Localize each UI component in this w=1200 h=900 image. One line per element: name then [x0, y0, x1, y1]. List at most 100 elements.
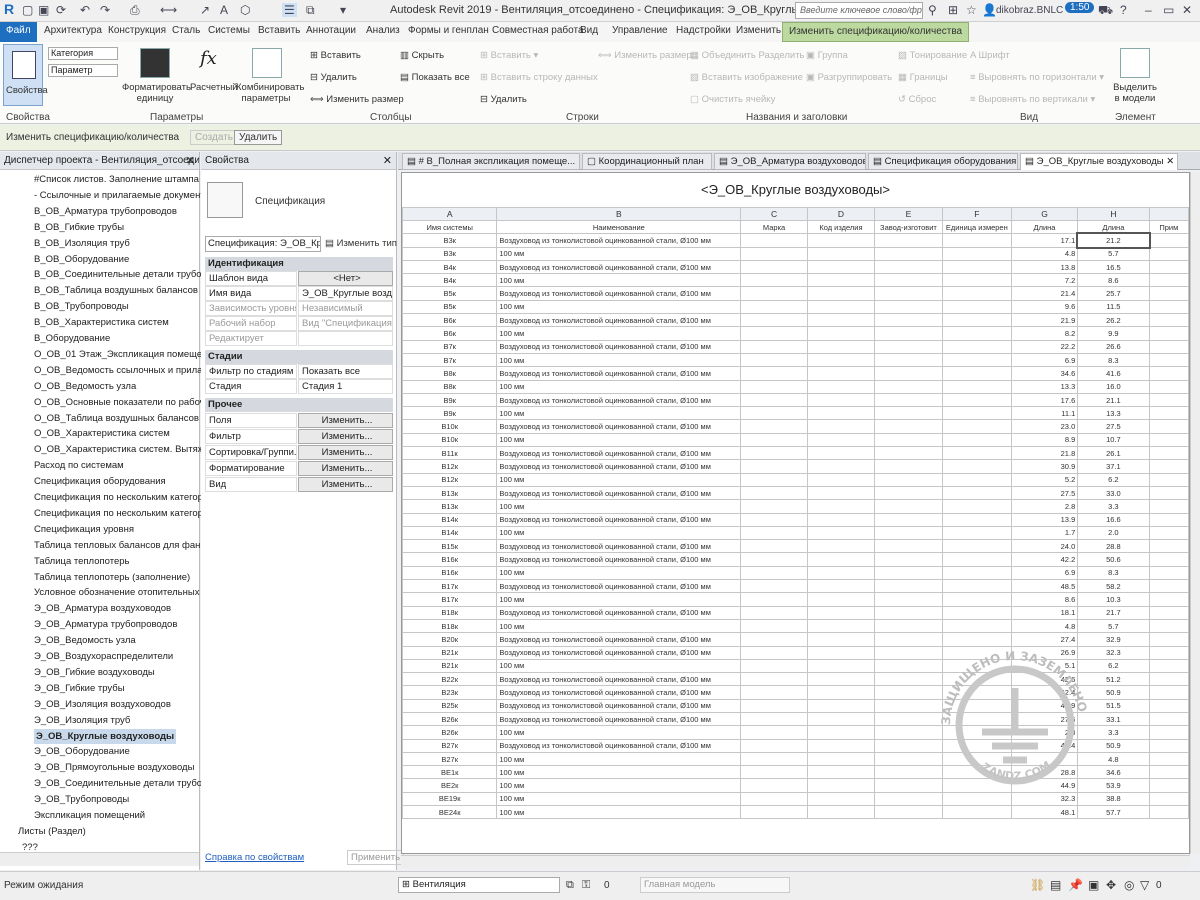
browser-item[interactable]: Спецификация оборудования — [34, 474, 166, 489]
table-cell[interactable] — [1148, 632, 1189, 647]
browser-item[interactable]: В_Оборудование — [34, 331, 110, 346]
table-cell[interactable]: 13.3 — [1077, 406, 1150, 421]
table-cell[interactable] — [941, 406, 1012, 421]
cart-icon[interactable]: ⛟ — [1098, 3, 1113, 19]
browser-item[interactable]: В_ОВ_Характеристика систем — [34, 315, 169, 330]
browser-item[interactable]: Таблица теплопотерь — [34, 554, 129, 569]
table-cell[interactable]: Воздуховод из тонколистовой оцинкованной… — [496, 339, 742, 354]
delete-column-button[interactable]: ⊟ Удалить — [310, 72, 357, 83]
column-letter[interactable]: B — [496, 207, 742, 221]
table-cell[interactable] — [740, 738, 808, 753]
dimension-icon[interactable]: ↗ — [200, 3, 210, 17]
table-cell[interactable] — [874, 419, 943, 434]
table-cell[interactable] — [740, 592, 808, 607]
table-cell[interactable]: 1.7 — [1010, 525, 1079, 541]
table-cell[interactable] — [874, 392, 943, 408]
table-cell[interactable]: 16.5 — [1077, 259, 1150, 275]
table-cell[interactable] — [1148, 313, 1189, 328]
insert-row-button[interactable]: ⊞ Вставить ▾ — [480, 50, 538, 61]
table-cell[interactable]: 21.4 — [1010, 286, 1079, 301]
table-cell[interactable] — [941, 472, 1012, 487]
table-cell[interactable] — [740, 565, 808, 581]
table-cell[interactable]: 8.6 — [1010, 592, 1079, 607]
table-cell[interactable] — [740, 552, 808, 567]
column-header[interactable]: Единица измерен — [941, 219, 1012, 235]
tab-systems[interactable]: Системы — [208, 25, 250, 36]
table-cell[interactable] — [740, 339, 808, 354]
table-cell[interactable]: 42.2 — [1010, 552, 1079, 567]
browser-item[interactable]: В_ОВ_Оборудование — [34, 252, 129, 267]
table-cell[interactable]: ВЕ1к — [402, 765, 498, 780]
browser-item[interactable]: В_ОВ_Соединительные детали трубопр — [34, 267, 212, 282]
table-cell[interactable]: В27к — [402, 738, 498, 753]
table-cell[interactable] — [1148, 233, 1189, 248]
table-cell[interactable] — [874, 565, 943, 581]
select-underlay-icon[interactable]: ▤ — [1050, 878, 1061, 892]
table-cell[interactable]: 100 мм — [496, 592, 742, 607]
category-dropdown[interactable]: Категория — [48, 47, 118, 60]
table-cell[interactable] — [806, 406, 876, 421]
tab-analyze[interactable]: Анализ — [366, 25, 400, 36]
table-cell[interactable] — [806, 738, 876, 753]
switch-windows-icon[interactable]: ⧉ — [306, 3, 315, 18]
table-cell[interactable] — [1148, 552, 1189, 567]
browser-item[interactable]: #Список листов. Заполнение штампа — [34, 172, 199, 187]
merge-button[interactable]: ▦ Объединить Разделить — [690, 50, 805, 61]
delete-button[interactable]: Удалить — [234, 130, 283, 145]
browser-item[interactable]: Э_ОВ_Соединительные детали трубопр — [34, 776, 213, 791]
tab-architecture[interactable]: Архитектура — [44, 25, 102, 36]
table-cell[interactable] — [941, 392, 1012, 408]
table-cell[interactable] — [806, 552, 876, 567]
insert-column-button[interactable]: ⊞ Вставить — [310, 50, 361, 61]
table-cell[interactable] — [874, 552, 943, 567]
table-cell[interactable] — [1148, 459, 1189, 474]
table-cell[interactable]: 100 мм — [496, 499, 742, 514]
table-cell[interactable] — [941, 539, 1012, 554]
reset-button[interactable]: ↺ Сброс — [898, 94, 936, 105]
column-header[interactable]: Завод-изготовит — [874, 219, 943, 235]
browser-item[interactable]: Таблица теплопотерь (заполнение) — [34, 570, 190, 585]
subscription-icon[interactable]: ⊞ — [948, 3, 958, 17]
table-cell[interactable] — [740, 765, 808, 780]
table-cell[interactable] — [806, 299, 876, 315]
table-cell[interactable] — [740, 233, 808, 248]
browser-item[interactable]: Э_ОВ_Гибкие трубы — [34, 681, 125, 696]
edit-appearance-button[interactable]: Изменить... — [298, 477, 393, 492]
table-cell[interactable]: 8.3 — [1077, 352, 1150, 368]
table-cell[interactable]: Воздуховод из тонколистовой оцинкованной… — [496, 419, 742, 434]
table-cell[interactable] — [740, 499, 808, 514]
table-cell[interactable] — [740, 379, 808, 394]
editable-only-icon[interactable]: ⚿ — [582, 879, 590, 892]
table-cell[interactable] — [874, 539, 943, 554]
schedule-vertical-scrollbar[interactable] — [1190, 172, 1200, 854]
tab-annotate[interactable]: Аннотации — [306, 25, 356, 36]
table-cell[interactable]: В18к — [402, 618, 498, 634]
table-cell[interactable] — [806, 698, 876, 713]
browser-item[interactable]: О_ОВ_Характеристика систем. Вытяжн — [34, 442, 209, 457]
table-cell[interactable] — [874, 459, 943, 474]
measure-icon[interactable]: ⟷ — [160, 3, 177, 17]
table-cell[interactable]: В10к — [402, 419, 498, 434]
table-cell[interactable] — [1148, 698, 1189, 713]
table-cell[interactable]: 24.0 — [1010, 539, 1079, 554]
table-cell[interactable]: Воздуховод из тонколистовой оцинкованной… — [496, 512, 742, 527]
table-cell[interactable] — [1148, 406, 1189, 421]
table-cell[interactable] — [874, 233, 943, 248]
resize-column-button[interactable]: ⟺ Изменить размер — [310, 94, 404, 105]
table-cell[interactable] — [740, 778, 808, 793]
table-cell[interactable] — [740, 472, 808, 487]
table-cell[interactable]: 4.8 — [1010, 618, 1079, 634]
table-cell[interactable]: 5.2 — [1010, 472, 1079, 487]
table-cell[interactable]: Воздуховод из тонколистовой оцинкованной… — [496, 259, 742, 275]
table-cell[interactable]: 100 мм — [496, 805, 742, 820]
table-cell[interactable] — [941, 246, 1012, 261]
table-cell[interactable]: 16.0 — [1077, 379, 1150, 394]
column-letter[interactable]: H — [1077, 207, 1150, 221]
table-cell[interactable] — [1148, 685, 1189, 700]
table-cell[interactable]: В4к — [402, 273, 498, 288]
table-cell[interactable] — [806, 645, 876, 660]
table-cell[interactable] — [874, 485, 943, 501]
browser-item[interactable]: В_ОВ_Трубопроводы — [34, 299, 129, 314]
star-icon[interactable]: ☆ — [966, 3, 977, 17]
table-cell[interactable]: Воздуховод из тонколистовой оцинкованной… — [496, 286, 742, 301]
